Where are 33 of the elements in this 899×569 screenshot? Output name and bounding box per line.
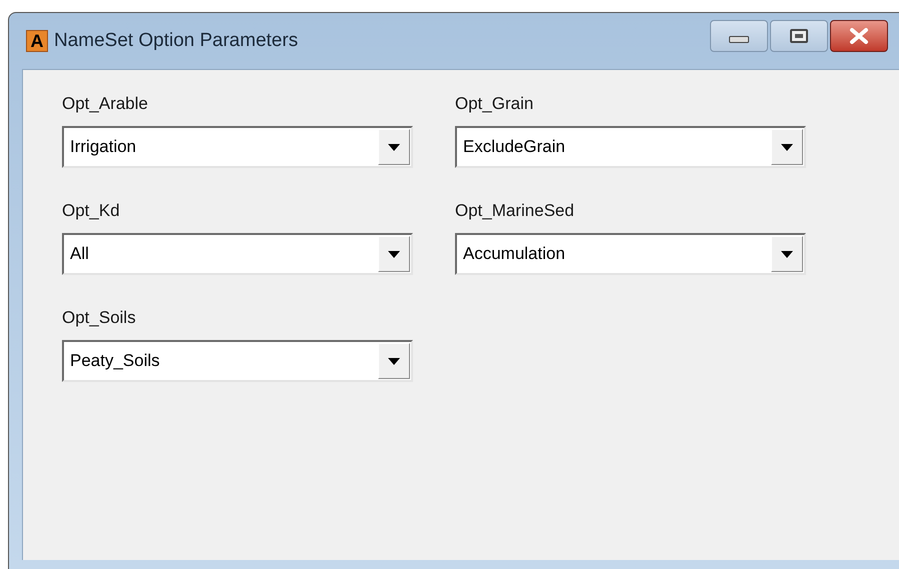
dropdown[interactable]: All [62, 233, 413, 275]
caret-icon [388, 250, 400, 258]
dropdown[interactable]: Irrigation [62, 126, 413, 168]
caret-icon [781, 250, 793, 258]
caret-icon [388, 144, 400, 150]
dropdown-arrow-button[interactable] [378, 236, 410, 272]
option-label: Opt_Soils [62, 308, 137, 328]
dropdown-value: Accumulation [462, 243, 566, 266]
close-button[interactable] [830, 20, 888, 52]
dropdown-value: All [69, 243, 90, 266]
app-icon: A [26, 30, 48, 52]
maximize-icon [790, 29, 808, 43]
maximize-button[interactable] [770, 20, 828, 52]
dropdown[interactable]: Peaty_Soils [62, 340, 413, 382]
dropdown-value: ExcludeGrain [462, 136, 566, 158]
dropdown[interactable]: Accumulation [455, 233, 806, 275]
option-label: Opt_Arable [62, 94, 149, 114]
minimize-button[interactable] [710, 20, 768, 52]
dropdown[interactable]: ExcludeGrain [455, 126, 806, 168]
caret-icon [781, 144, 793, 150]
minimize-icon [729, 36, 749, 43]
dropdown-value: Irrigation [69, 136, 138, 158]
dropdown-arrow-button[interactable] [771, 129, 803, 165]
window-title: NameSet Option Parameters [54, 28, 298, 53]
dropdown-arrow-button[interactable] [378, 129, 410, 165]
dropdown-arrow-button[interactable] [771, 236, 803, 272]
caret-icon [388, 358, 400, 364]
option-label: Opt_Grain [455, 94, 534, 114]
option-label: Opt_Kd [62, 201, 121, 221]
option-label: Opt_MarineSed [455, 201, 576, 221]
dropdown-value: Peaty_Soils [69, 350, 161, 372]
close-icon [849, 28, 869, 44]
dropdown-arrow-button[interactable] [378, 343, 410, 379]
